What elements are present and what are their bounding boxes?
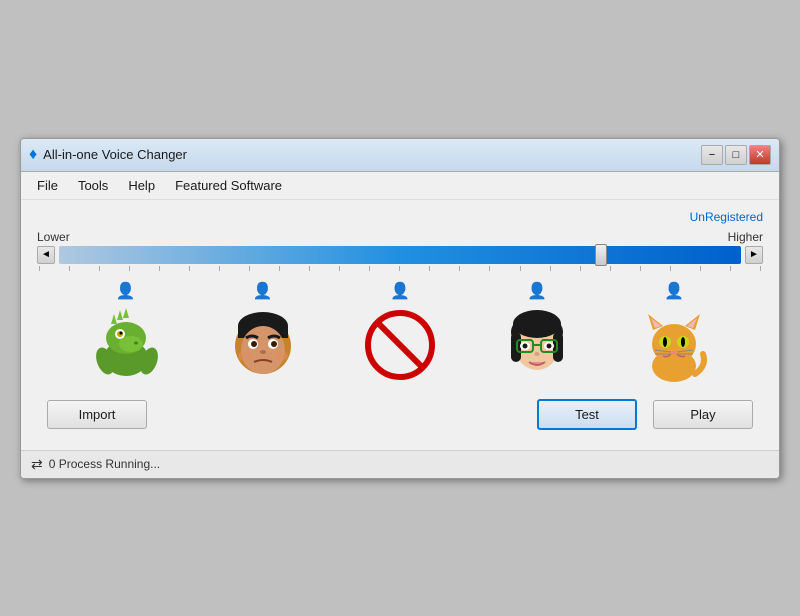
menu-help[interactable]: Help	[120, 175, 163, 196]
tick-19	[580, 266, 581, 271]
tick-11	[339, 266, 340, 271]
status-text: 0 Process Running...	[49, 457, 160, 471]
menu-featured-software[interactable]: Featured Software	[167, 175, 290, 196]
pitch-slider[interactable]	[59, 246, 741, 264]
tick-23	[700, 266, 701, 271]
tick-3	[99, 266, 100, 271]
tick-24	[730, 266, 731, 271]
slider-left-arrow[interactable]: ◄	[37, 246, 55, 264]
tick-16	[489, 266, 490, 271]
avatar-dragon-img	[86, 305, 166, 385]
person-icon-dragon: 👤	[116, 281, 136, 301]
tick-4	[129, 266, 130, 271]
tick-marks	[37, 266, 763, 271]
lower-label: Lower	[37, 230, 70, 244]
app-icon: ♦	[29, 146, 37, 164]
slider-section: Lower Higher ◄ ►	[37, 230, 763, 271]
slider-right-arrow[interactable]: ►	[745, 246, 763, 264]
avatar-man[interactable]: 👤	[223, 281, 303, 385]
tick-13	[399, 266, 400, 271]
status-bar: ⇄ 0 Process Running...	[21, 450, 779, 478]
status-icon: ⇄	[31, 456, 43, 473]
tick-9	[279, 266, 280, 271]
tick-15	[459, 266, 460, 271]
import-button[interactable]: Import	[47, 400, 147, 429]
window-title: All-in-one Voice Changer	[43, 147, 187, 162]
avatar-man-img	[223, 305, 303, 385]
slider-container: ◄ ►	[37, 246, 763, 264]
avatar-block[interactable]: 👤	[360, 281, 440, 385]
block-svg	[361, 306, 439, 384]
title-bar-left: ♦ All-in-one Voice Changer	[29, 146, 187, 164]
avatar-block-img	[360, 305, 440, 385]
title-bar: ♦ All-in-one Voice Changer − □ ✕	[21, 139, 779, 172]
avatar-cat-img	[634, 305, 714, 385]
man-svg	[224, 306, 302, 384]
tick-17	[520, 266, 521, 271]
tick-8	[249, 266, 250, 271]
slider-wrapper	[59, 246, 741, 264]
tick-18	[550, 266, 551, 271]
tick-20	[610, 266, 611, 271]
avatar-cat[interactable]: 👤	[634, 281, 714, 385]
buttons-row: Import Test Play	[37, 399, 763, 430]
tick-5	[159, 266, 160, 271]
tick-25	[760, 266, 761, 271]
title-buttons: − □ ✕	[701, 145, 771, 165]
menu-bar: File Tools Help Featured Software	[21, 172, 779, 200]
woman-svg	[498, 306, 576, 384]
cat-svg	[635, 306, 713, 384]
play-button[interactable]: Play	[653, 400, 753, 429]
close-button[interactable]: ✕	[749, 145, 771, 165]
tick-2	[69, 266, 70, 271]
slider-labels: Lower Higher	[37, 230, 763, 244]
minimize-button[interactable]: −	[701, 145, 723, 165]
main-content: UnRegistered Lower Higher ◄ ►	[21, 200, 779, 450]
main-window: ♦ All-in-one Voice Changer − □ ✕ File To…	[20, 138, 780, 479]
tick-14	[429, 266, 430, 271]
person-icon-man: 👤	[253, 281, 273, 301]
avatar-dragon[interactable]: 👤	[86, 281, 166, 385]
test-button[interactable]: Test	[537, 399, 637, 430]
tick-10	[309, 266, 310, 271]
maximize-button[interactable]: □	[725, 145, 747, 165]
tick-7	[219, 266, 220, 271]
tick-21	[640, 266, 641, 271]
avatar-woman[interactable]: 👤	[497, 281, 577, 385]
menu-tools[interactable]: Tools	[70, 175, 116, 196]
person-icon-cat: 👤	[664, 281, 684, 301]
tick-22	[670, 266, 671, 271]
tick-6	[189, 266, 190, 271]
unregistered-label[interactable]: UnRegistered	[37, 210, 763, 224]
menu-file[interactable]: File	[29, 175, 66, 196]
tick-1	[39, 266, 40, 271]
avatars-row: 👤	[37, 281, 763, 385]
tick-12	[369, 266, 370, 271]
person-icon-block: 👤	[390, 281, 410, 301]
person-icon-woman: 👤	[527, 281, 547, 301]
avatar-woman-img	[497, 305, 577, 385]
higher-label: Higher	[728, 230, 763, 244]
dragon-svg	[87, 306, 165, 384]
